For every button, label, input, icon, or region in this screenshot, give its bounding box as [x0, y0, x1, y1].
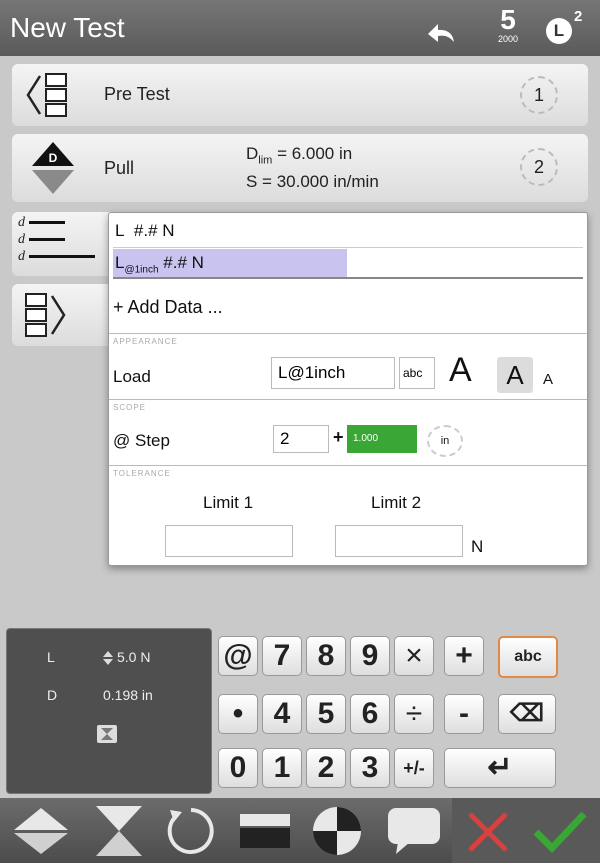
key-divide[interactable]: ÷ [394, 694, 434, 734]
key-6[interactable]: 6 [350, 694, 390, 734]
key-decimal[interactable]: • [218, 694, 258, 734]
key-7[interactable]: 7 [262, 636, 302, 676]
comment-icon[interactable] [386, 806, 442, 856]
load-label: L [47, 649, 55, 665]
specimen-icon[interactable] [238, 812, 292, 850]
data-item-label: L@1inch #.# N [115, 253, 204, 276]
key-5[interactable]: 5 [306, 694, 346, 734]
limit-subscript: lim [258, 154, 273, 167]
limit-symbol: D [246, 144, 259, 163]
key-multiply[interactable]: × [394, 636, 434, 676]
step-pull[interactable]: D Pull Dlim = 6.000 in S = 30.000 in/min… [12, 134, 588, 202]
scope-label: @ Step [113, 431, 170, 450]
key-9[interactable]: 9 [350, 636, 390, 676]
limit2-input[interactable] [335, 525, 463, 557]
key-1[interactable]: 1 [262, 748, 302, 788]
distance-label: D [47, 687, 58, 703]
return-cycle-icon[interactable] [166, 806, 216, 856]
scope-section-label: SCOPE [113, 403, 147, 412]
data-item[interactable]: L #.# N [115, 221, 175, 241]
selected-data-item[interactable]: L@1inch #.# N [113, 249, 347, 277]
key-abc[interactable]: abc [498, 636, 558, 678]
load-cell-button[interactable]: L [546, 18, 572, 44]
data-icon: d d d [18, 214, 95, 265]
limit-value: = 6.000 in [272, 144, 353, 163]
unit-selector[interactable]: in [427, 425, 463, 457]
step-number: 2 [520, 148, 558, 186]
key-at[interactable]: @ [218, 636, 258, 676]
counter-value: 5 [500, 4, 516, 35]
plus-sign: + [333, 427, 344, 447]
offset-input[interactable]: 1.000 [347, 425, 417, 453]
key-2[interactable]: 2 [306, 748, 346, 788]
post-test-icon [25, 293, 66, 337]
zero-button[interactable] [97, 725, 117, 743]
key-plus-minus[interactable]: +/- [394, 748, 434, 788]
distance-value: 0.198 in [103, 687, 153, 703]
data-popup: L #.# N L@1inch #.# N + Add Data ... APP… [108, 212, 588, 566]
jog-up-down-icon[interactable] [12, 806, 70, 856]
bottom-toolbar [0, 798, 600, 863]
item-prefix: L [115, 221, 125, 240]
font-size-small[interactable]: A [543, 371, 553, 388]
test-counter[interactable]: 5 2000 [488, 4, 528, 45]
key-8[interactable]: 8 [306, 636, 346, 676]
label-input[interactable]: L@1inch [271, 357, 395, 389]
counter-sub: 2000 [497, 34, 519, 44]
accept-check-icon[interactable] [532, 808, 588, 854]
tolerance-section-label: TOLERANCE [113, 469, 171, 478]
key-plus[interactable]: + [444, 636, 484, 676]
svg-text:D: D [49, 151, 58, 165]
pull-limit: Dlim = 6.000 in [246, 144, 352, 166]
cancel-icon[interactable] [466, 810, 510, 854]
hourglass-icon[interactable] [92, 804, 146, 858]
title-bar: New Test 5 2000 L 2 [0, 0, 600, 56]
item-format: #.# N [133, 221, 175, 240]
step-data[interactable]: d d d [12, 212, 112, 276]
step-number: 1 [520, 76, 558, 114]
step-input[interactable]: 2 [273, 425, 329, 453]
font-size-large[interactable]: A [449, 351, 472, 390]
up-down-icon [103, 651, 113, 665]
load-cell-index: 2 [574, 8, 583, 25]
page-title: New Test [10, 12, 125, 43]
step-label: Pull [104, 158, 135, 178]
pull-icon: D [32, 142, 74, 194]
key-3[interactable]: 3 [350, 748, 390, 788]
pull-speed: S = 30.000 in/min [246, 172, 379, 191]
live-readout: L 5.0 N D 0.198 in [6, 628, 212, 794]
add-data-button[interactable]: + Add Data ... [113, 297, 223, 318]
backspace-key[interactable]: ⌫ [498, 694, 556, 734]
enter-key[interactable]: ↵ [444, 748, 556, 788]
hourglass-icon [101, 728, 113, 740]
load-value: 5.0 N [117, 649, 151, 665]
balance-icon[interactable] [310, 804, 364, 858]
key-0[interactable]: 0 [218, 748, 258, 788]
step-pre-test[interactable]: Pre Test 1 [12, 64, 588, 126]
key-minus[interactable]: - [444, 694, 484, 734]
limit1-input[interactable] [165, 525, 293, 557]
appearance-section-label: APPEARANCE [113, 337, 178, 346]
pre-test-icon [26, 73, 67, 117]
appearance-label: Load [113, 367, 151, 386]
font-size-medium[interactable]: A [497, 357, 533, 393]
limit2-label: Limit 2 [371, 493, 422, 512]
limit1-label: Limit 1 [203, 493, 254, 512]
undo-icon[interactable] [420, 16, 460, 46]
tolerance-unit: N [471, 537, 484, 556]
step-label: Pre Test [104, 84, 170, 104]
step-post-test[interactable] [12, 284, 112, 346]
abc-keyboard-button[interactable]: abc [399, 357, 435, 389]
key-4[interactable]: 4 [262, 694, 302, 734]
